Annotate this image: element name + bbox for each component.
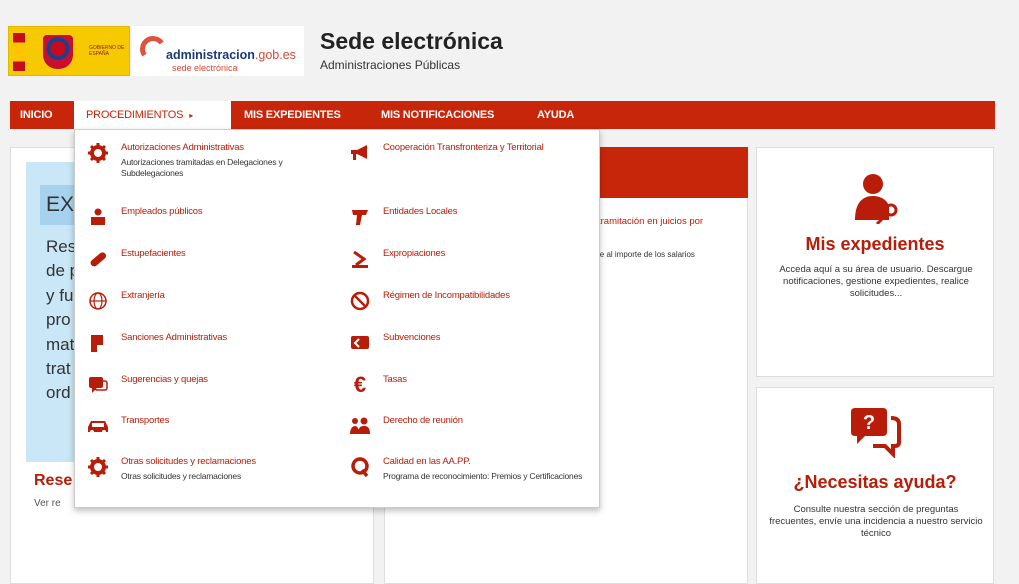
- car-icon: [87, 415, 109, 437]
- menu-item-tasas[interactable]: € Tasas: [349, 374, 599, 396]
- gov-logo-text: GOBIERNO DE ESPAÑA: [89, 45, 125, 57]
- menu-item-transportes[interactable]: Transportes: [87, 415, 337, 437]
- menu-item-calidad[interactable]: Calidad en las AA.PP. Programa de recono…: [349, 456, 599, 496]
- menu-item-label: Transportes: [121, 415, 170, 426]
- quality-icon: [349, 456, 371, 478]
- news-link[interactable]: tramitación en juicios por: [598, 216, 703, 228]
- administracion-logo[interactable]: administracion.gob.es sede electrónica: [132, 26, 304, 76]
- card-title[interactable]: ¿Necesitas ayuda?: [757, 472, 993, 493]
- gobierno-de-espana-logo[interactable]: GOBIERNO DE ESPAÑA: [8, 26, 130, 76]
- subsidy-icon: [349, 332, 371, 354]
- menu-item-label: Calidad en las AA.PP.: [383, 456, 471, 467]
- menu-item-otras-solicitudes[interactable]: Otras solicitudes y reclamaciones Otras …: [87, 456, 337, 496]
- portal-sub: sede electrónica: [172, 63, 238, 73]
- menu-item-description: Programa de reconocimiento: Premios y Ce…: [383, 471, 583, 481]
- main-nav: INICIO PROCEDIMIENTOS ▸ MIS EXPEDIENTES M…: [10, 101, 995, 129]
- menu-item-derecho-reunion[interactable]: Derecho de reunión: [349, 415, 599, 437]
- portal-name: administracion.gob.es: [166, 48, 296, 62]
- card-description: Acceda aquí a su área de usuario. Descar…: [779, 264, 973, 299]
- news-header: [598, 147, 748, 198]
- featured-title[interactable]: Rese: [34, 472, 72, 490]
- menu-item-label: Tasas: [383, 374, 407, 385]
- page-title: Sede electrónica: [320, 28, 503, 54]
- group-icon: [349, 415, 371, 437]
- menu-item-label: Expropiaciones: [383, 248, 446, 259]
- menu-item-sanciones[interactable]: Sanciones Administrativas: [87, 332, 337, 354]
- globe-icon: [87, 290, 109, 312]
- menu-item-subvenciones[interactable]: Subvenciones: [349, 332, 599, 354]
- menu-item-entidades-locales[interactable]: Entidades Locales: [349, 206, 599, 228]
- coat-of-arms-icon: [43, 35, 73, 69]
- help-chat-icon: ?: [851, 408, 901, 458]
- user-key-icon: [855, 174, 898, 224]
- menu-item-label: Extranjería: [121, 290, 165, 301]
- menu-item-label: Entidades Locales: [383, 206, 458, 217]
- nav-procedimientos[interactable]: PROCEDIMIENTOS ▸: [74, 101, 231, 129]
- menu-item-label: Sanciones Administrativas: [121, 332, 227, 343]
- nav-ayuda[interactable]: AYUDA: [537, 101, 574, 129]
- menu-item-incompatibilidades[interactable]: Régimen de Incompatibilidades: [349, 290, 599, 312]
- expropriation-icon: [349, 248, 371, 270]
- ban-icon: [349, 290, 371, 312]
- menu-item-autorizaciones[interactable]: Autorizaciones Administrativas Autorizac…: [87, 142, 337, 192]
- featured-link[interactable]: Ver re: [34, 498, 61, 509]
- menu-item-label: Sugerencias y quejas: [121, 374, 208, 385]
- menu-item-extranjeria[interactable]: Extranjería: [87, 290, 337, 312]
- entity-icon: [349, 206, 371, 228]
- menu-item-description: Autorizaciones tramitadas en Delegacione…: [121, 157, 283, 178]
- menu-item-estupefacientes[interactable]: Estupefacientes: [87, 248, 337, 270]
- menu-item-cooperacion[interactable]: Cooperación Transfronteriza y Territoria…: [349, 142, 599, 164]
- employee-icon: [87, 206, 109, 228]
- chat-icon: [87, 374, 109, 396]
- menu-item-empleados[interactable]: Empleados públicos: [87, 206, 337, 228]
- card-title[interactable]: Mis expedientes: [757, 234, 993, 255]
- procedimientos-dropdown: Autorizaciones Administrativas Autorizac…: [74, 129, 600, 508]
- sanction-icon: [87, 332, 109, 354]
- megaphone-icon: [349, 142, 371, 164]
- menu-item-label: Derecho de reunión: [383, 415, 463, 426]
- menu-item-sugerencias[interactable]: Sugerencias y quejas: [87, 374, 337, 396]
- ayuda-card[interactable]: ? ¿Necesitas ayuda? Consulte nuestra sec…: [756, 387, 994, 584]
- euro-icon: €: [349, 374, 371, 396]
- caret-right-icon: ▸: [189, 111, 194, 120]
- nav-mis-notificaciones[interactable]: MIS NOTIFICACIONES: [381, 101, 494, 129]
- svg-text:?: ?: [863, 412, 875, 434]
- menu-item-label: Régimen de Incompatibilidades: [383, 290, 510, 301]
- menu-item-label: Otras solicitudes y reclamaciones: [121, 456, 256, 467]
- news-text: le al importe de los salarios: [598, 250, 695, 259]
- menu-item-label: Subvenciones: [383, 332, 441, 343]
- menu-item-description: Otras solicitudes y reclamaciones: [121, 471, 242, 481]
- nav-mis-expedientes[interactable]: MIS EXPEDIENTES: [244, 101, 341, 129]
- gear-icon: [87, 142, 109, 164]
- page-subtitle: Administraciones Públicas: [320, 58, 461, 72]
- menu-item-label: Empleados públicos: [121, 206, 203, 217]
- site-header: GOBIERNO DE ESPAÑA administracion.gob.es…: [0, 0, 1019, 100]
- menu-item-expropiaciones[interactable]: Expropiaciones: [349, 248, 599, 270]
- spain-flag-icon: [13, 33, 25, 71]
- swoosh-icon: [137, 33, 169, 65]
- pill-icon: [87, 248, 109, 270]
- menu-item-label: Autorizaciones Administrativas: [121, 142, 244, 153]
- nav-inicio[interactable]: INICIO: [20, 101, 53, 129]
- gear-icon: [87, 456, 109, 478]
- svg-text:€: €: [354, 374, 366, 396]
- menu-item-label: Estupefacientes: [121, 248, 186, 259]
- menu-item-label: Cooperación Transfronteriza y Territoria…: [383, 142, 544, 153]
- mis-expedientes-card[interactable]: Mis expedientes Acceda aquí a su área de…: [756, 147, 994, 377]
- card-description: Consulte nuestra sección de preguntas fr…: [769, 504, 983, 539]
